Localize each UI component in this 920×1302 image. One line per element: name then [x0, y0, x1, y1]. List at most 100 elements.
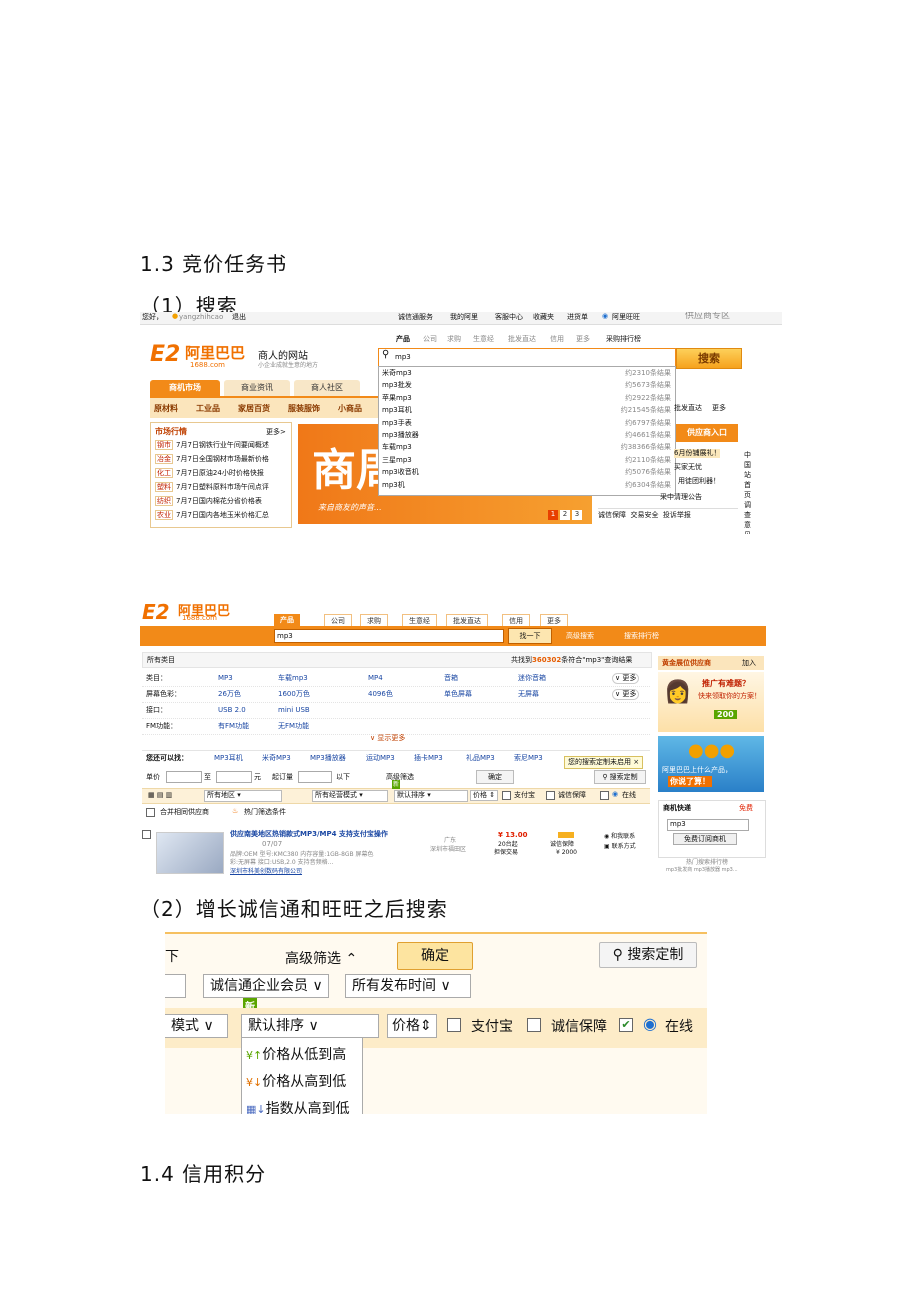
search-input[interactable]: ⚲ mp3 [378, 348, 676, 367]
suggestion-item[interactable]: mp3机 [382, 481, 405, 490]
right-more-link[interactable]: 更多 [712, 404, 726, 413]
ad-banner-1[interactable]: 👩 推广有难题？ 快来领取你的方案！ 200 [658, 672, 764, 732]
advanced-search-link[interactable]: 高级搜索 [566, 632, 594, 641]
right-item-3[interactable]: 用徒团利器！ [678, 477, 720, 486]
tab-company[interactable]: 公司 [423, 335, 437, 344]
cat-small[interactable]: 小商品 [338, 403, 362, 414]
filter-value[interactable]: 迷你音箱 [518, 674, 546, 683]
product-title-link[interactable]: 供应南美地区热销款式MP3/MP4 支持支付宝操作 [230, 830, 410, 839]
confirm-button[interactable]: 确定 [476, 770, 514, 784]
filter-value[interactable]: USB 2.0 [218, 706, 246, 715]
market-item[interactable]: 钢市 7月7日钢铁行业午间要闻概述 [155, 440, 269, 450]
filter-value[interactable]: 26万色 [218, 690, 241, 699]
confirm-button[interactable]: 确定 [397, 942, 473, 970]
link-service-center[interactable]: 客服中心 [495, 313, 523, 322]
search-button[interactable]: 搜索 [676, 348, 742, 369]
link-trade-safe[interactable]: 交易安全 [630, 511, 658, 519]
link-favorites[interactable]: 收藏夹 [533, 313, 554, 322]
suggestion-item[interactable]: 米奇mp3 [382, 369, 412, 378]
link-cxt-service[interactable]: 诚信通服务 [398, 313, 433, 322]
filter-value[interactable]: 音箱 [444, 674, 458, 683]
also-find-item[interactable]: 插卡MP3 [414, 754, 443, 763]
right-item-2[interactable]: 买家无忧 [674, 463, 702, 472]
mode-select[interactable]: 所有经营模式 ▾ [312, 790, 388, 802]
ad-banner-2[interactable]: ●●● 阿里巴巴上什么产品， 你说了算！ [658, 736, 764, 792]
survey-side-tab[interactable]: 中国站首页调查意见 [744, 450, 752, 534]
search-rank-link[interactable]: 搜索排行榜 [624, 632, 659, 641]
banner-page-1[interactable]: 1 [548, 510, 558, 520]
filter-value[interactable]: 4096色 [368, 690, 393, 699]
cat-industry[interactable]: 工业品 [196, 403, 220, 414]
filter-value[interactable]: 无屏幕 [518, 690, 539, 699]
alipay-checkbox[interactable] [447, 1018, 461, 1032]
market-item[interactable]: 冶金 7月7日全国钢材市场最新价格 [155, 454, 269, 464]
online-checkbox[interactable]: ✔ [619, 1018, 633, 1032]
hot-text[interactable]: mp3批发商 mp3播放器 mp3... [666, 866, 738, 875]
cat-clothing[interactable]: 服装服饰 [288, 403, 320, 414]
price-min-input[interactable] [166, 771, 202, 783]
company-link[interactable]: 深圳市科美创数码有限公司 [230, 867, 302, 876]
suggestion-item[interactable]: 车载mp3 [382, 443, 412, 452]
price-sort-button[interactable]: 价格 ⇕ [470, 790, 499, 801]
also-find-item[interactable]: 索尼MP3 [514, 754, 543, 763]
suggestion-item[interactable]: mp3手表 [382, 419, 412, 428]
right-item-4[interactable]: 采中清理公告 [660, 493, 702, 502]
ad-join-link[interactable]: 加入 [742, 659, 756, 668]
market-item[interactable]: 农业 7月7日国内各地玉米价格汇总 [155, 510, 269, 520]
alipay-checkbox[interactable] [502, 791, 511, 800]
time-select[interactable]: 所有发布时间 ∨ [345, 974, 471, 998]
custom-search-button[interactable]: ⚲ 搜索定制 [594, 770, 646, 784]
suggestion-item[interactable]: mp3批发 [382, 381, 412, 390]
filter-value[interactable]: mini USB [278, 706, 310, 715]
search-button[interactable]: 找一下 [508, 628, 552, 644]
region-select[interactable]: 所有地区 ▾ [204, 790, 282, 802]
custom-search-button[interactable]: ⚲ 搜索定制 [599, 942, 697, 968]
tab-purchase-rank[interactable]: 采购排行榜 [606, 335, 641, 344]
logout-link[interactable]: 退出 [232, 313, 246, 322]
member-select[interactable]: 诚信通企业会员 ∨ [203, 974, 329, 998]
tab-news[interactable]: 商业资讯 [224, 380, 290, 396]
tab-product[interactable]: 产品 [396, 335, 410, 344]
tab-more[interactable]: 更多 [576, 335, 590, 344]
product-image[interactable] [156, 832, 224, 874]
sort-option-price-desc[interactable]: ¥↓价格从高到低 [246, 1071, 346, 1091]
banner-page-2[interactable]: 2 [560, 510, 570, 520]
link-supplier-zone[interactable]: 供应商专区 [685, 312, 730, 321]
quick-subscribe-button[interactable]: 免费订阅商机 [673, 833, 737, 845]
filter-value[interactable]: 有FM功能 [218, 722, 249, 731]
online-checkbox[interactable] [600, 791, 609, 800]
filter-value[interactable]: 车载mp3 [278, 674, 308, 683]
filter-value[interactable]: 无FM功能 [278, 722, 309, 731]
all-categories[interactable]: 所有类目 [147, 656, 175, 665]
username[interactable]: yangzhihcao [179, 313, 223, 322]
market-item[interactable]: 化工 7月7日原油24小时价格快报 [155, 468, 264, 478]
price-sort-button[interactable]: 价格⇕ [387, 1014, 437, 1038]
quick-input[interactable]: mp3 [667, 819, 749, 831]
tab-business[interactable]: 生意经 [473, 335, 494, 344]
also-find-item[interactable]: 米奇MP3 [262, 754, 291, 763]
tab-market[interactable]: 商机市场 [150, 380, 220, 396]
cat-home[interactable]: 家居百货 [238, 403, 270, 414]
suggestion-item[interactable]: mp3收音机 [382, 468, 419, 477]
product-checkbox[interactable] [142, 830, 151, 839]
tab-0[interactable]: 产品 [274, 614, 300, 626]
market-more-link[interactable]: 更多> [266, 428, 286, 437]
link-wangwang[interactable]: 阿里旺旺 [612, 313, 640, 322]
sort-option-price-asc[interactable]: ¥↑价格从低到高 [246, 1044, 346, 1064]
suggestion-item[interactable]: 三星mp3 [382, 456, 412, 465]
mode-select[interactable]: 模式 ∨ [165, 1014, 228, 1038]
contact-me-link[interactable]: ◉ 和我联系 [604, 832, 635, 841]
link-guarantee[interactable]: 诚信保障 [598, 511, 626, 519]
sort-select[interactable]: 默认排序 ▾ [394, 790, 468, 802]
link-complaint[interactable]: 投诉举报 [663, 511, 691, 519]
sort-select[interactable]: 默认排序 ∨ [241, 1014, 379, 1038]
hot-filter-link[interactable]: 热门筛选条件 [244, 808, 286, 817]
show-more-link[interactable]: ∨ 显示更多 [370, 734, 405, 743]
merge-checkbox[interactable] [146, 808, 155, 817]
market-item[interactable]: 塑料 7月7日塑料原料市场午间点评 [155, 482, 269, 492]
cat-raw[interactable]: 原材料 [154, 403, 178, 414]
view-toggle-icon[interactable]: ▦ ▤ ▥ [148, 791, 172, 800]
min-order-input[interactable] [298, 771, 332, 783]
link-cart[interactable]: 进货单 [567, 313, 588, 322]
guarantee-checkbox[interactable] [527, 1018, 541, 1032]
